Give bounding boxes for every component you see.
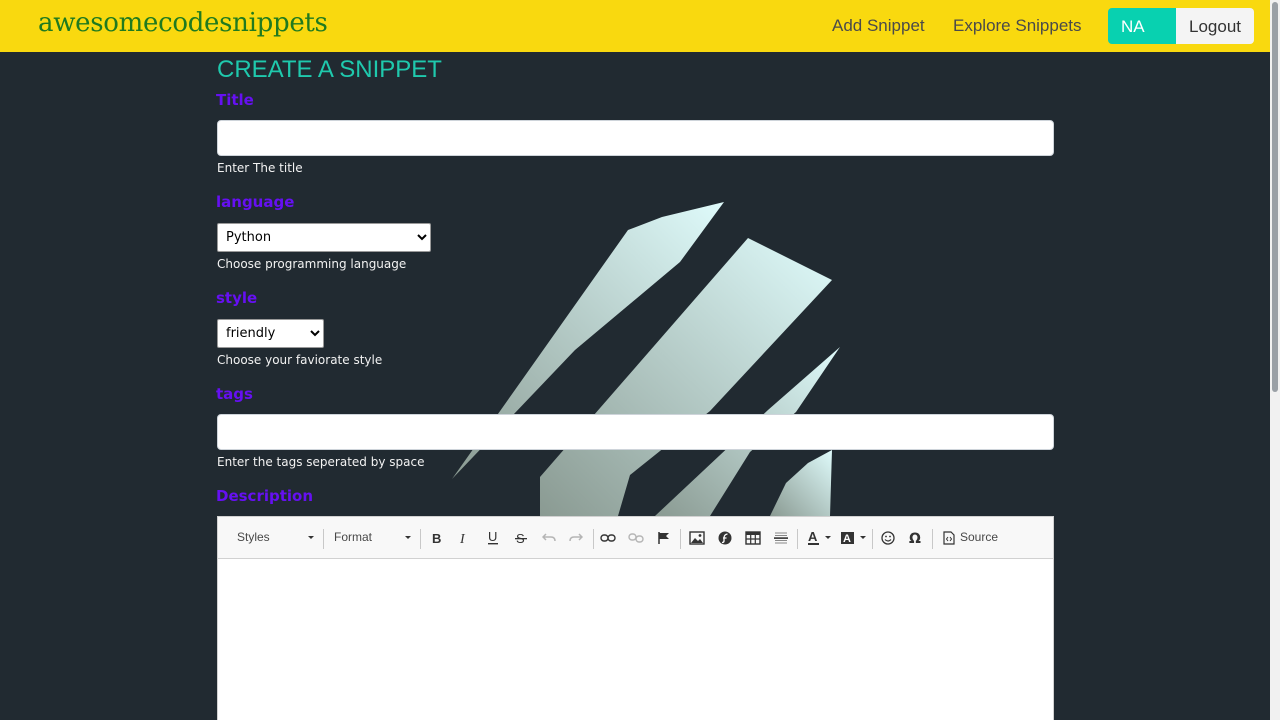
svg-text:A: A bbox=[808, 530, 818, 544]
logout-button[interactable]: Logout bbox=[1176, 8, 1254, 44]
language-help-text: Choose programming language bbox=[217, 257, 407, 271]
styles-dropdown[interactable]: Styles bbox=[237, 530, 270, 544]
svg-text:A: A bbox=[843, 533, 851, 545]
background-stripes-art bbox=[452, 202, 840, 516]
title-input[interactable] bbox=[217, 120, 1054, 156]
svg-text:I: I bbox=[459, 532, 466, 545]
top-navbar: awesomecodesnippets Add Snippet Explore … bbox=[0, 0, 1270, 52]
title-help-text: Enter The title bbox=[217, 161, 303, 175]
background-color-chevron-down-icon[interactable] bbox=[860, 536, 866, 539]
horizontal-line-icon[interactable] bbox=[771, 528, 791, 548]
tags-input[interactable] bbox=[217, 414, 1054, 450]
nav-explore-snippets-link[interactable]: Explore Snippets bbox=[953, 16, 1082, 36]
anchor-flag-icon[interactable] bbox=[654, 528, 674, 548]
text-color-icon[interactable]: A bbox=[804, 528, 824, 548]
language-select[interactable]: Python bbox=[217, 223, 431, 252]
toolbar-separator bbox=[593, 529, 594, 549]
source-button-label[interactable]: Source bbox=[960, 530, 998, 544]
format-chevron-down-icon[interactable] bbox=[405, 536, 411, 539]
page-title: CREATE A SNIPPET bbox=[217, 56, 442, 83]
toolbar-separator bbox=[932, 529, 933, 549]
unlink-icon[interactable] bbox=[626, 528, 646, 548]
text-color-chevron-down-icon[interactable] bbox=[825, 536, 831, 539]
undo-icon[interactable] bbox=[539, 528, 559, 548]
svg-text:U: U bbox=[488, 530, 497, 544]
toolbar-separator bbox=[680, 529, 681, 549]
language-label: language bbox=[216, 193, 295, 211]
toolbar-separator bbox=[420, 529, 421, 549]
source-icon[interactable] bbox=[939, 528, 959, 548]
description-editor: Styles Format B I U S bbox=[217, 516, 1054, 720]
description-label: Description bbox=[216, 487, 314, 505]
style-help-text: Choose your faviorate style bbox=[217, 353, 383, 367]
editor-toolbar: Styles Format B I U S bbox=[218, 517, 1053, 559]
toolbar-separator bbox=[872, 529, 873, 549]
svg-text:B: B bbox=[432, 531, 441, 545]
toolbar-separator bbox=[797, 529, 798, 549]
svg-text:Ω: Ω bbox=[909, 531, 921, 545]
description-edit-area[interactable] bbox=[218, 559, 1053, 720]
underline-icon[interactable]: U bbox=[483, 528, 503, 548]
style-select[interactable]: friendly bbox=[217, 319, 324, 348]
special-char-omega-icon[interactable]: Ω bbox=[906, 528, 926, 548]
toolbar-separator bbox=[323, 529, 324, 549]
nav-add-snippet-link[interactable]: Add Snippet bbox=[832, 16, 925, 36]
italic-icon[interactable]: I bbox=[454, 528, 474, 548]
image-icon[interactable] bbox=[687, 528, 707, 548]
flash-icon[interactable] bbox=[715, 528, 735, 548]
bold-icon[interactable]: B bbox=[427, 528, 447, 548]
brand-logo-link[interactable]: awesomecodesnippets bbox=[38, 8, 328, 38]
title-label: Title bbox=[216, 91, 254, 109]
style-label: style bbox=[216, 289, 258, 307]
format-dropdown[interactable]: Format bbox=[334, 530, 372, 544]
tags-label: tags bbox=[216, 385, 253, 403]
user-initials-button[interactable]: NA bbox=[1108, 8, 1176, 44]
link-icon[interactable] bbox=[598, 528, 618, 548]
table-icon[interactable] bbox=[743, 528, 763, 548]
strikethrough-icon[interactable]: S bbox=[511, 528, 531, 548]
tags-help-text: Enter the tags seperated by space bbox=[217, 455, 425, 469]
page-scrollbar-thumb[interactable] bbox=[1272, 2, 1278, 392]
redo-icon[interactable] bbox=[566, 528, 586, 548]
styles-chevron-down-icon[interactable] bbox=[308, 536, 314, 539]
background-color-icon[interactable]: A bbox=[838, 528, 858, 548]
smiley-icon[interactable] bbox=[878, 528, 898, 548]
